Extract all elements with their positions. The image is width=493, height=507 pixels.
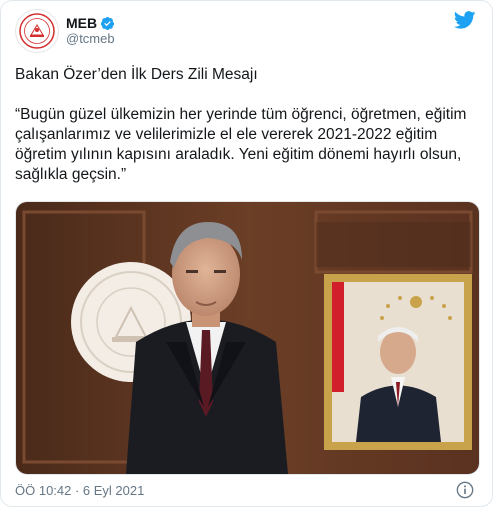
- verified-badge-icon: [100, 16, 115, 31]
- tweet-header: MEB @tcmeb: [15, 9, 115, 53]
- tweet-quote: “Bugün güzel ülkemizin her yerinde tüm ö…: [15, 106, 467, 183]
- tweet-title: Bakan Özer’den İlk Ders Zili Mesajı: [15, 66, 258, 83]
- tweet-timestamp[interactable]: ÖÖ 10:42 · 6 Eyl 2021: [15, 483, 144, 498]
- twitter-bird-icon[interactable]: [453, 11, 476, 34]
- avatar[interactable]: [15, 9, 59, 53]
- display-name[interactable]: MEB: [66, 15, 97, 31]
- tweet-card[interactable]: MEB @tcmeb Bakan Özer’den İlk Ders Zili …: [0, 0, 493, 507]
- framed-portrait: [324, 274, 472, 450]
- handle[interactable]: @tcmeb: [66, 31, 115, 47]
- meb-logo-icon: [19, 13, 55, 49]
- minister-portrait-image: [16, 202, 479, 474]
- tweet-photo[interactable]: [15, 201, 480, 475]
- info-icon[interactable]: [456, 481, 474, 504]
